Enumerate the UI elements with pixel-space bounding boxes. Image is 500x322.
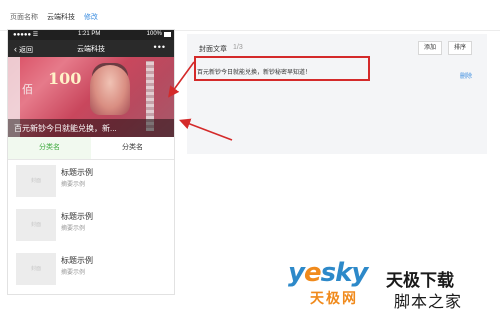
tab-category-2[interactable]: 分类名 (91, 137, 174, 159)
list-item[interactable]: 封面 标题示例 摘要示例 (8, 160, 174, 204)
article-summary: 摘要示例 (61, 270, 86, 276)
status-time: 1:21 PM (78, 31, 101, 37)
portrait-image (90, 65, 130, 115)
nav-bar: ‹ 返回 云端科技 ••• (8, 40, 174, 57)
article-edit-panel: 封面文章 1/3 添加 排序 百元新钞今日就能兑换，新钞秘密早知道！ 删除 (187, 34, 487, 154)
article-summary: 摘要示例 (61, 182, 86, 188)
cover-article-label: 封面文章 (199, 46, 227, 53)
article-title: 标题示例 (61, 168, 93, 177)
annotation-highlight-box (194, 56, 370, 81)
banknote-glyph: 佰 (22, 83, 33, 96)
battery-icon (164, 32, 171, 37)
article-count: 1/3 (233, 44, 243, 51)
list-item[interactable]: 封面 标题示例 摘要示例 (8, 248, 174, 292)
page-name-value: 云端科技 (46, 14, 75, 21)
article-thumbnail: 封面 (16, 209, 56, 241)
watermark-logo: yesky 天极下载 天极网 脚本之家 (288, 258, 500, 322)
carrier-signal: ●●●●● ☰ (13, 32, 39, 38)
cover-caption: 百元新钞今日就能兑换，新... (14, 124, 117, 133)
watermark-cn-name: 天极网 (310, 290, 358, 306)
tab-category-1[interactable]: 分类名 (8, 137, 91, 159)
article-title: 标题示例 (61, 212, 93, 221)
more-icon[interactable]: ••• (154, 42, 166, 52)
nav-title: 云端科技 (77, 46, 105, 53)
article-thumbnail: 封面 (16, 253, 56, 285)
page-name-label: 页面名称 (10, 14, 38, 21)
delete-link[interactable]: 删除 (460, 71, 472, 80)
cover-article[interactable]: 佰 100 百元新钞今日就能兑换，新... (8, 57, 174, 137)
edit-page-name-link[interactable]: 修改 (84, 14, 98, 21)
page-name-row: 页面名称 云端科技 修改 (10, 12, 105, 22)
add-button[interactable]: 添加 (418, 41, 443, 55)
article-thumbnail: 封面 (16, 165, 56, 197)
yesky-logo: yesky (288, 258, 368, 288)
watermark-site2: 脚本之家 (394, 294, 463, 311)
battery-percent: 100% (146, 31, 162, 37)
phone-preview: ●●●●● ☰ 1:21 PM 100% ‹ 返回 云端科技 ••• 佰 100 … (8, 30, 174, 294)
article-summary: 摘要示例 (61, 226, 86, 232)
status-bar: ●●●●● ☰ 1:21 PM 100% (8, 30, 174, 40)
sort-button[interactable]: 排序 (448, 41, 473, 55)
article-title: 标题示例 (61, 256, 93, 265)
banknote-value: 100 (48, 69, 82, 88)
list-item[interactable]: 封面 标题示例 摘要示例 (8, 204, 174, 248)
category-tabs: 分类名 分类名 (8, 137, 174, 160)
